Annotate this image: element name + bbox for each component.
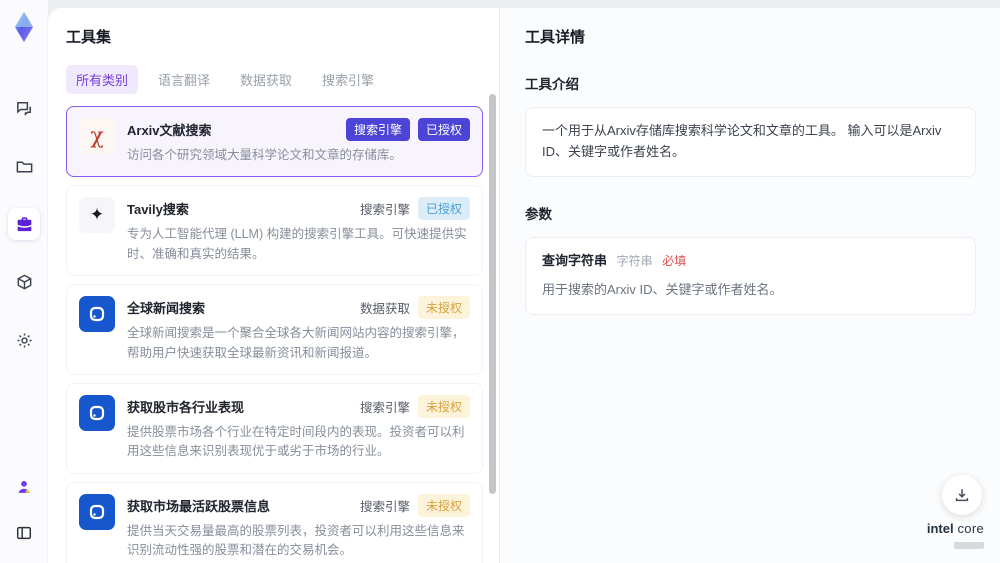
tavily-star-icon: ✦ xyxy=(79,197,115,234)
auth-status-badge: 未授权 xyxy=(417,493,470,517)
tool-item-body: 获取市场最活跃股票信息 搜索引擎 未授权 提供当天交易量最高的股票列表，投资者可… xyxy=(127,493,470,561)
page-title: 工具集 xyxy=(66,29,112,46)
tool-list-panel: 工具集 所有类别 语言翻译 数据获取 搜索引擎 χ Arxiv文献搜索 搜索引擎 xyxy=(48,8,500,563)
tool-item-body: 获取股市各行业表现 搜索引擎 未授权 提供股票市场各个行业在特定时间段内的表现。… xyxy=(127,394,470,462)
tool-description: 提供股票市场各个行业在特定时间段内的表现。投资者可以利用这些信息来识别表现优于或… xyxy=(127,424,465,459)
tool-item-body: Arxiv文献搜索 搜索引擎 已授权 访问各个研究领域大量科学论文和文章的存储库… xyxy=(127,118,470,165)
panel-toggle-icon[interactable] xyxy=(8,517,40,549)
param-description: 用于搜索的Arxiv ID、关键字或作者姓名。 xyxy=(542,282,783,298)
user-avatar-icon[interactable] xyxy=(8,471,40,503)
param-name: 查询字符串 xyxy=(542,252,608,268)
left-icon-rail xyxy=(0,0,48,563)
tool-name: 获取市场最活跃股票信息 xyxy=(127,498,271,514)
auth-status-badge: 已授权 xyxy=(417,118,470,141)
params-heading: 参数 xyxy=(525,206,552,222)
tool-item-body: Tavily搜索 搜索引擎 已授权 专为人工智能代理 (LLM) 构建的搜索引擎… xyxy=(127,197,470,264)
tool-name: 获取股市各行业表现 xyxy=(127,399,245,415)
category-tabs: 所有类别 语言翻译 数据获取 搜索引擎 xyxy=(66,65,483,94)
tool-item-stock-sectors[interactable]: 获取股市各行业表现 搜索引擎 未授权 提供股票市场各个行业在特定时间段内的表现。… xyxy=(66,382,483,474)
param-required-flag: 必填 xyxy=(662,253,687,268)
category-label: 搜索引擎 xyxy=(359,400,410,415)
toolbox-icon[interactable] xyxy=(8,208,40,240)
intel-core-logo-text: intel core xyxy=(926,521,984,536)
arxiv-icon: χ xyxy=(79,118,115,154)
app-root: 工具集 所有类别 语言翻译 数据获取 搜索引擎 χ Arxiv文献搜索 搜索引擎 xyxy=(0,0,1000,563)
news-search-icon xyxy=(79,296,115,333)
tool-item-tavily[interactable]: ✦ Tavily搜索 搜索引擎 已授权 专为人工智能代理 (LLM) 构建的搜索… xyxy=(66,185,483,277)
stock-search-icon xyxy=(79,394,115,431)
tool-name: Tavily搜索 xyxy=(127,202,189,218)
list-scrollbar[interactable] xyxy=(489,86,496,557)
tool-description: 访问各个研究领域大量科学论文和文章的存储库。 xyxy=(127,148,403,162)
tab-all-categories[interactable]: 所有类别 xyxy=(66,65,139,94)
tab-data-acquisition[interactable]: 数据获取 xyxy=(230,65,302,94)
category-label: 搜索引擎 xyxy=(359,203,410,218)
detail-title: 工具详情 xyxy=(525,29,586,46)
package-icon[interactable] xyxy=(8,266,40,298)
tab-language-translation[interactable]: 语言翻译 xyxy=(148,65,220,94)
tool-description: 全球新闻搜索是一个聚合全球各大新闻网站内容的搜索引擎，帮助用户快速获取全球最新资… xyxy=(127,326,465,360)
param-type: 字符串 xyxy=(616,253,653,268)
param-header: 查询字符串 字符串 必填 xyxy=(542,251,959,272)
tool-item-global-news[interactable]: 全球新闻搜索 数据获取 未授权 全球新闻搜索是一个聚合全球各大新闻网站内容的搜索… xyxy=(66,284,483,375)
intel-ultra-chip xyxy=(954,542,984,549)
category-label: 数据获取 xyxy=(359,302,410,317)
tab-search-engine[interactable]: 搜索引擎 xyxy=(312,65,384,94)
intro-box: 一个用于从Arxiv存储库搜索科学论文和文章的工具。 输入可以是Arxiv ID… xyxy=(525,107,976,177)
download-button[interactable] xyxy=(942,475,982,515)
intel-core-logo: intel core xyxy=(927,521,984,553)
main-content-card: 工具集 所有类别 语言翻译 数据获取 搜索引擎 χ Arxiv文献搜索 搜索引擎 xyxy=(48,8,1000,563)
tool-description: 专为人工智能代理 (LLM) 构建的搜索引擎工具。可快速提供实时、准确和真实的结… xyxy=(127,227,467,261)
auth-status-badge: 未授权 xyxy=(417,394,470,418)
folder-icon[interactable] xyxy=(8,150,40,182)
tool-list: χ Arxiv文献搜索 搜索引擎 已授权 访问各个研究领域大量科学论文和文章的存… xyxy=(66,106,483,563)
rail-icon-group xyxy=(8,92,40,356)
auth-status-badge: 已授权 xyxy=(417,197,470,221)
tool-item-arxiv[interactable]: χ Arxiv文献搜索 搜索引擎 已授权 访问各个研究领域大量科学论文和文章的存… xyxy=(66,106,483,178)
tool-item-body: 全球新闻搜索 数据获取 未授权 全球新闻搜索是一个聚合全球各大新闻网站内容的搜索… xyxy=(127,296,470,363)
tool-description: 提供当天交易量最高的股票列表，投资者可以利用这些信息来识别流动性强的股票和潜在的… xyxy=(127,523,465,557)
category-badge: 搜索引擎 xyxy=(345,118,410,141)
tool-item-active-stocks[interactable]: 获取市场最活跃股票信息 搜索引擎 未授权 提供当天交易量最高的股票列表，投资者可… xyxy=(66,481,483,563)
tool-name: 全球新闻搜索 xyxy=(127,301,206,317)
intro-heading: 工具介绍 xyxy=(525,77,579,92)
settings-gear-icon[interactable] xyxy=(8,324,40,356)
auth-status-badge: 未授权 xyxy=(417,296,470,320)
param-box: 查询字符串 字符串 必填 用于搜索的Arxiv ID、关键字或作者姓名。 xyxy=(525,236,976,316)
scrollbar-thumb[interactable] xyxy=(489,94,496,494)
tool-name: Arxiv文献搜索 xyxy=(127,123,212,138)
chat-icon[interactable] xyxy=(8,92,40,124)
rail-bottom-group xyxy=(8,471,40,563)
app-logo-icon xyxy=(15,12,33,42)
tool-detail-panel: 工具详情 工具介绍 一个用于从Arxiv存储库搜索科学论文和文章的工具。 输入可… xyxy=(501,8,1000,563)
category-label: 搜索引擎 xyxy=(359,499,410,514)
stock-search-icon xyxy=(79,493,115,530)
